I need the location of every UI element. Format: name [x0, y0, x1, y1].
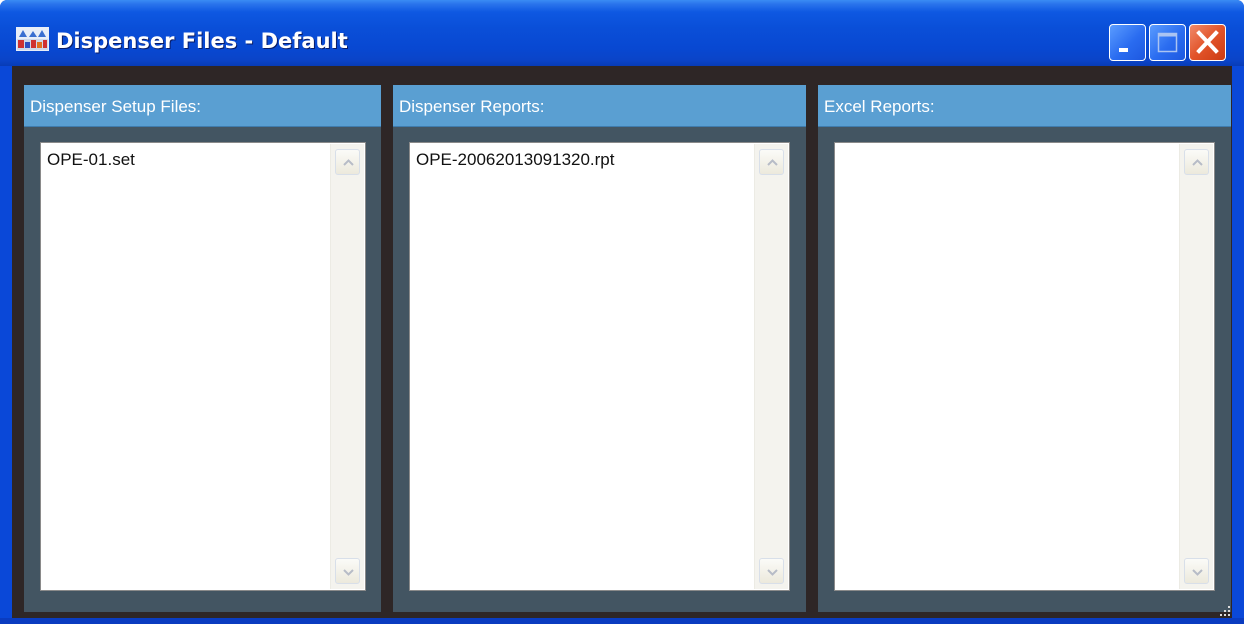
scroll-down-button[interactable] [759, 558, 784, 584]
chevron-up-icon [1192, 159, 1203, 166]
panel-header-label: Excel Reports: [824, 97, 935, 116]
list-item[interactable]: OPE-20062013091320.rpt [416, 149, 615, 171]
scroll-up-button[interactable] [335, 149, 360, 175]
scroll-down-button[interactable] [335, 558, 360, 584]
dispenser-reports-listbox[interactable]: OPE-20062013091320.rpt [409, 142, 790, 591]
chevron-down-icon [343, 569, 354, 576]
panel-dispenser-setup-files: Dispenser Setup Files: OPE-01.set [24, 85, 381, 612]
window-bottom-border [0, 618, 1244, 624]
minimize-button[interactable] [1109, 24, 1146, 61]
maximize-button[interactable] [1149, 24, 1186, 61]
panel-dispenser-reports: Dispenser Reports: OPE-20062013091320.rp… [393, 85, 806, 612]
resize-grip-icon[interactable] [1218, 604, 1232, 618]
panel-excel-reports: Excel Reports: [818, 85, 1231, 612]
minimize-icon [1119, 48, 1128, 52]
panel-header: Dispenser Reports: [393, 85, 806, 127]
scroll-down-button[interactable] [1184, 558, 1209, 584]
app-icon[interactable] [16, 27, 49, 51]
vertical-scrollbar[interactable] [1179, 144, 1213, 589]
panel-header: Dispenser Setup Files: [24, 85, 381, 127]
maximize-icon [1157, 32, 1178, 53]
chevron-down-icon [1192, 569, 1203, 576]
excel-reports-listbox[interactable] [834, 142, 1215, 591]
chevron-up-icon [767, 159, 778, 166]
vertical-scrollbar[interactable] [754, 144, 788, 589]
panel-header-label: Dispenser Setup Files: [30, 97, 202, 116]
vertical-scrollbar[interactable] [330, 144, 364, 589]
window-title: Dispenser Files - Default [56, 29, 348, 53]
dispenser-files-window: Dispenser Files - Default Dispenser Setu… [0, 0, 1244, 624]
list-item[interactable]: OPE-01.set [47, 149, 135, 171]
title-bar[interactable]: Dispenser Files - Default [0, 0, 1244, 66]
panel-header: Excel Reports: [818, 85, 1231, 127]
chevron-up-icon [343, 159, 354, 166]
panel-header-label: Dispenser Reports: [399, 97, 545, 116]
close-icon [1196, 30, 1219, 54]
setup-files-listbox[interactable]: OPE-01.set [40, 142, 366, 591]
scroll-up-button[interactable] [759, 149, 784, 175]
scroll-up-button[interactable] [1184, 149, 1209, 175]
chevron-down-icon [767, 569, 778, 576]
close-button[interactable] [1189, 24, 1226, 61]
